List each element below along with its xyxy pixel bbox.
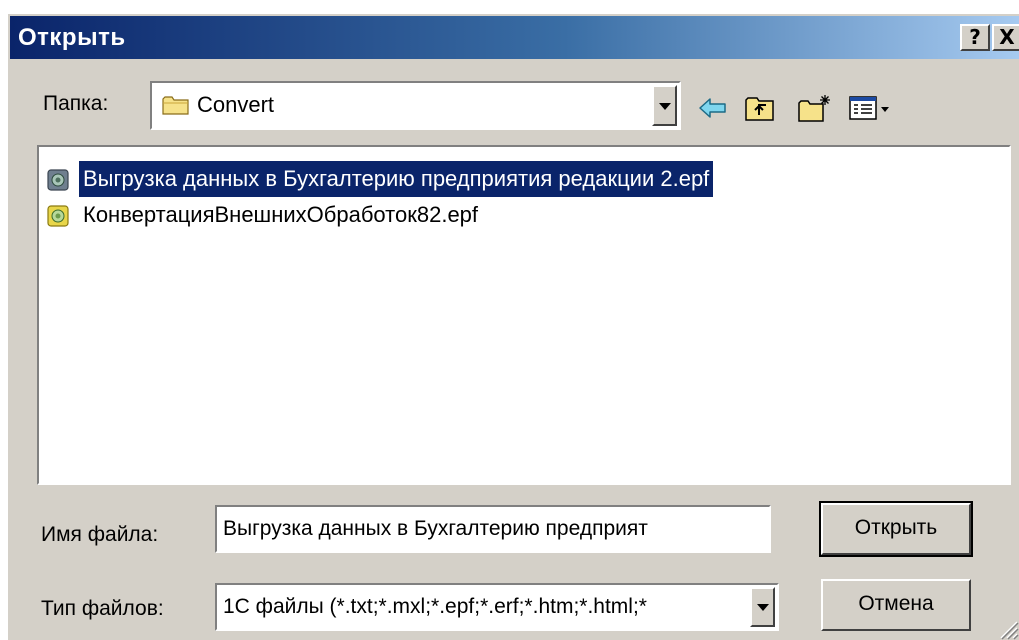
up-folder-icon[interactable] (744, 93, 776, 123)
folder-select[interactable]: Convert (150, 81, 681, 130)
new-folder-icon[interactable] (797, 93, 833, 123)
resize-grip-icon[interactable] (993, 614, 1019, 640)
open-file-dialog: Открыть ? X Папка: Convert Выгрузка данн… (7, 13, 1019, 640)
open-button[interactable]: Открыть (819, 501, 973, 557)
close-button[interactable]: X (992, 24, 1019, 51)
window-title: Открыть (18, 24, 126, 51)
file-name: КонвертацияВнешнихОбработок82.epf (83, 202, 479, 227)
filetype-label: Тип файлов: (41, 597, 164, 620)
help-button[interactable]: ? (960, 24, 990, 51)
view-menu-icon[interactable] (848, 93, 892, 123)
title-bar[interactable]: Открыть ? X (10, 16, 1019, 59)
file-list[interactable]: Выгрузка данных в Бухгалтерию предприяти… (37, 145, 1011, 485)
cancel-button[interactable]: Отмена (821, 579, 971, 631)
filetype-select[interactable]: 1С файлы (*.txt;*.mxl;*.epf;*.erf;*.htm;… (215, 583, 779, 631)
folder-label: Папка: (43, 92, 109, 115)
file-name: Выгрузка данных в Бухгалтерию предприяти… (79, 161, 714, 197)
chevron-down-icon[interactable] (750, 587, 775, 627)
epf-file-icon (47, 205, 69, 227)
filetype-value: 1С файлы (*.txt;*.mxl;*.epf;*.erf;*.htm;… (223, 595, 647, 618)
filename-label: Имя файла: (41, 523, 159, 546)
current-folder: Convert (197, 92, 275, 117)
filename-input[interactable]: Выгрузка данных в Бухгалтерию предприят (215, 505, 771, 553)
epf-file-icon (47, 169, 69, 191)
chevron-down-icon[interactable] (652, 85, 677, 126)
folder-icon (162, 96, 189, 115)
back-arrow-icon[interactable] (697, 93, 729, 123)
